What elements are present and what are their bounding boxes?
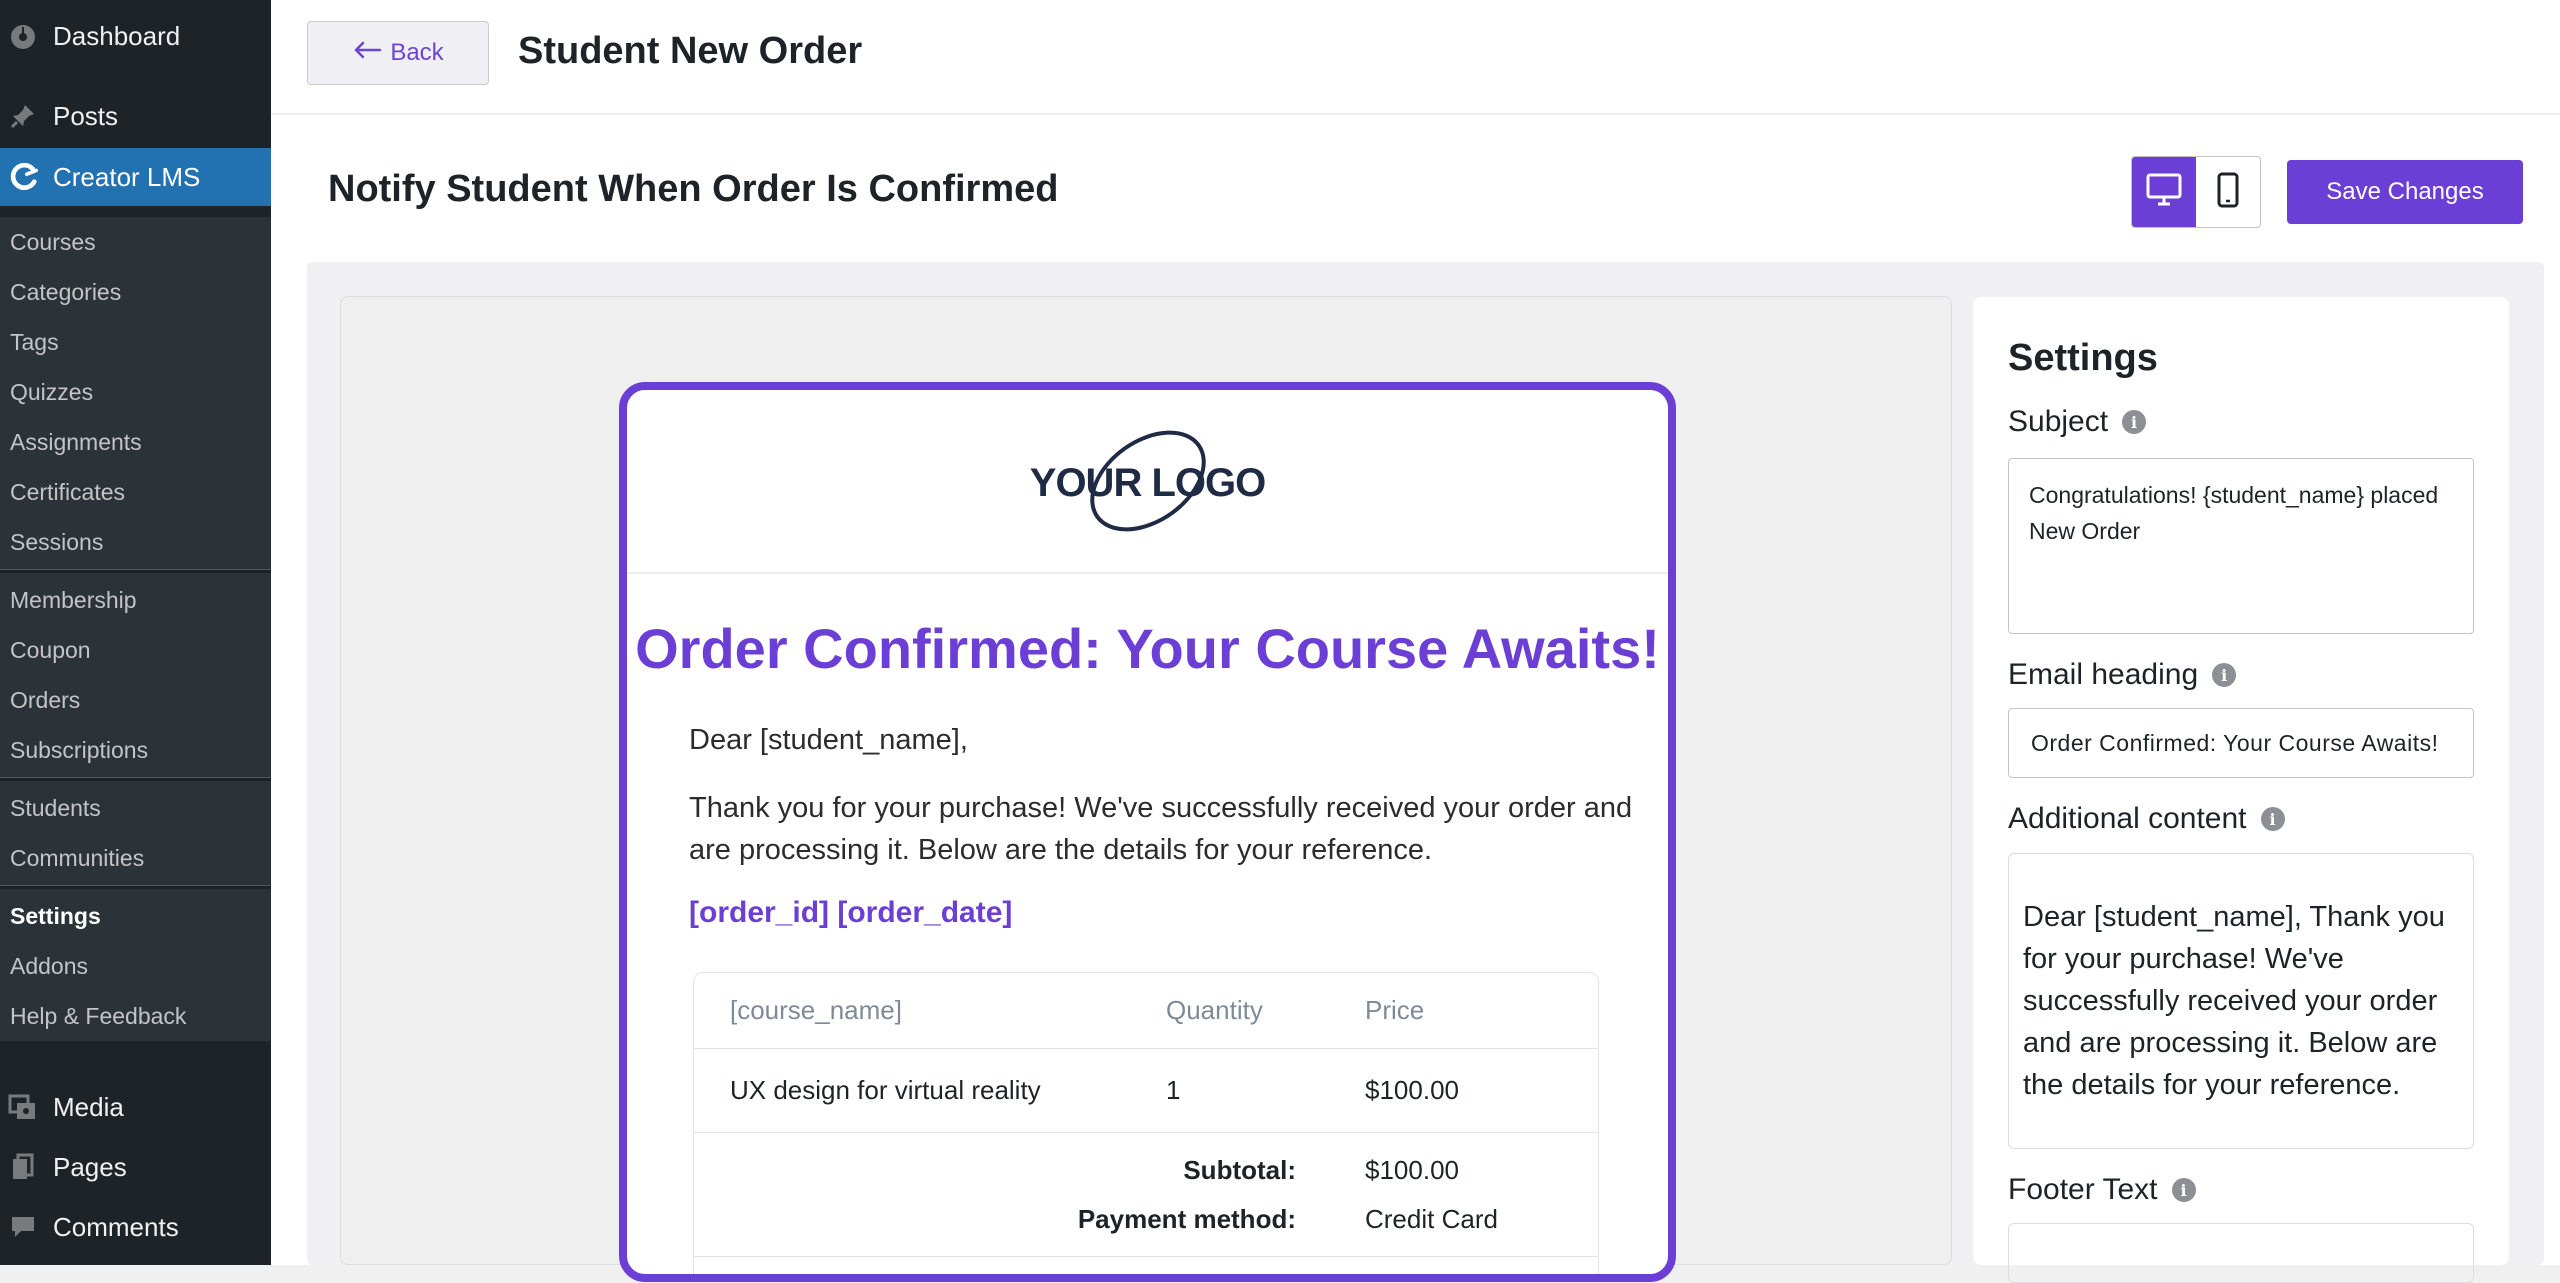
sidebar-item-creator-lms[interactable]: Creator LMS xyxy=(0,148,271,206)
quantity-cell: 1 xyxy=(1166,1049,1180,1132)
submenu-item-courses[interactable]: Courses xyxy=(0,217,271,267)
media-icon xyxy=(8,1092,38,1122)
table-header-row: [course_name] Quantity Price xyxy=(694,973,1598,1049)
submenu-item-subscriptions[interactable]: Subscriptions xyxy=(0,725,271,775)
order-reference: [order_id] [order_date] xyxy=(689,896,1012,930)
subtotal-label: Subtotal: xyxy=(1183,1155,1296,1186)
subject-field[interactable]: Congratulations! {student_name} placed N… xyxy=(2008,458,2474,634)
table-totals: Subtotal: $100.00 Payment method: Credit… xyxy=(694,1133,1598,1257)
info-icon[interactable]: i xyxy=(2122,410,2146,434)
sidebar-item-media[interactable]: Media xyxy=(0,1078,271,1136)
email-heading-label-row: Email heading i xyxy=(2008,658,2236,692)
sidebar-item-pages[interactable]: Pages xyxy=(0,1138,271,1196)
submenu-item-orders[interactable]: Orders xyxy=(0,675,271,725)
comments-icon xyxy=(8,1212,38,1242)
submenu-item-quizzes[interactable]: Quizzes xyxy=(0,367,271,417)
footer-text-label: Footer Text xyxy=(2008,1173,2158,1207)
back-button[interactable]: Back xyxy=(307,21,489,85)
email-heading-field[interactable]: Order Confirmed: Your Course Awaits! xyxy=(2008,708,2474,778)
sidebar-item-label: Media xyxy=(53,1092,124,1123)
email-preview-card: YOUR LOGO Order Confirmed: Your Course A… xyxy=(619,382,1676,1282)
submenu-item-help-feedback[interactable]: Help & Feedback xyxy=(0,991,271,1041)
email-body-text: Thank you for your purchase! We've succe… xyxy=(689,787,1639,871)
company-logo: YOUR LOGO xyxy=(1028,421,1268,541)
info-icon[interactable]: i xyxy=(2261,807,2285,831)
email-logo-area: YOUR LOGO xyxy=(627,390,1668,574)
page-title: Student New Order xyxy=(518,30,862,73)
section-title: Notify Student When Order Is Confirmed xyxy=(328,168,1058,211)
pages-icon xyxy=(8,1152,38,1182)
submenu-item-membership[interactable]: Membership xyxy=(0,575,271,625)
price-cell: $100.00 xyxy=(1365,1049,1459,1132)
subtotal-value: $100.00 xyxy=(1365,1155,1459,1186)
desktop-view-button[interactable] xyxy=(2132,157,2196,227)
submenu-item-assignments[interactable]: Assignments xyxy=(0,417,271,467)
submenu-divider xyxy=(0,777,271,781)
footer-text-editor[interactable] xyxy=(2008,1223,2474,1283)
footer-text-label-row: Footer Text i xyxy=(2008,1173,2196,1207)
submenu-item-students[interactable]: Students xyxy=(0,783,271,833)
sidebar-item-label: Dashboard xyxy=(53,21,180,52)
sidebar-item-label: Pages xyxy=(53,1152,127,1183)
payment-method-value: Credit Card xyxy=(1365,1204,1498,1235)
subject-label: Subject xyxy=(2008,405,2108,439)
submenu-item-communities[interactable]: Communities xyxy=(0,833,271,883)
sidebar-item-label: Posts xyxy=(53,101,118,132)
payment-method-label: Payment method: xyxy=(1078,1204,1296,1235)
course-name-cell: UX design for virtual reality xyxy=(730,1049,1041,1132)
submenu-item-certificates[interactable]: Certificates xyxy=(0,467,271,517)
admin-sidebar: Dashboard Posts Creator LMS Courses Cate… xyxy=(0,0,271,1265)
info-icon[interactable]: i xyxy=(2212,663,2236,687)
submenu-item-sessions[interactable]: Sessions xyxy=(0,517,271,567)
settings-panel: Settings Subject i Congratulations! {stu… xyxy=(1973,297,2509,1265)
order-details-table: [course_name] Quantity Price UX design f… xyxy=(693,972,1599,1282)
sidebar-item-label: Comments xyxy=(53,1212,179,1243)
mobile-view-button[interactable] xyxy=(2196,157,2260,227)
save-changes-button[interactable]: Save Changes xyxy=(2287,160,2523,224)
logo-text: YOUR LOGO xyxy=(1028,461,1268,506)
email-heading-label: Email heading xyxy=(2008,658,2198,692)
preview-device-toggle xyxy=(2131,156,2261,228)
additional-content-editor[interactable]: Dear [student_name], Thank you for your … xyxy=(2008,853,2474,1149)
sidebar-item-comments[interactable]: Comments xyxy=(0,1198,271,1256)
sidebar-item-posts[interactable]: Posts xyxy=(0,88,271,144)
creator-lms-icon xyxy=(8,162,38,192)
info-icon[interactable]: i xyxy=(2172,1178,2196,1202)
desktop-icon xyxy=(2146,173,2182,212)
sidebar-item-dashboard[interactable]: Dashboard xyxy=(0,8,271,64)
submenu-item-coupon[interactable]: Coupon xyxy=(0,625,271,675)
back-button-label: Back xyxy=(390,39,443,67)
subject-label-row: Subject i xyxy=(2008,405,2146,439)
settings-title: Settings xyxy=(2008,337,2158,380)
submenu-item-settings[interactable]: Settings xyxy=(0,891,271,941)
sidebar-item-label: Creator LMS xyxy=(53,162,200,193)
submenu-divider xyxy=(0,569,271,573)
additional-content-label: Additional content xyxy=(2008,802,2247,836)
table-header-quantity: Quantity xyxy=(1166,973,1263,1048)
creator-lms-submenu: Courses Categories Tags Quizzes Assignme… xyxy=(0,217,271,1041)
table-header-course: [course_name] xyxy=(730,973,902,1048)
pin-icon xyxy=(8,101,38,131)
submenu-item-addons[interactable]: Addons xyxy=(0,941,271,991)
submenu-divider xyxy=(0,885,271,889)
table-header-price: Price xyxy=(1365,973,1424,1048)
dashboard-icon xyxy=(8,21,38,51)
submenu-item-categories[interactable]: Categories xyxy=(0,267,271,317)
arrow-left-icon xyxy=(352,39,382,67)
submenu-item-tags[interactable]: Tags xyxy=(0,317,271,367)
mobile-icon xyxy=(2216,172,2240,213)
email-greeting: Dear [student_name], xyxy=(689,724,968,757)
email-heading: Order Confirmed: Your Course Awaits! xyxy=(627,616,1668,681)
additional-content-label-row: Additional content i xyxy=(2008,802,2285,836)
table-row: UX design for virtual reality 1 $100.00 xyxy=(694,1049,1598,1133)
